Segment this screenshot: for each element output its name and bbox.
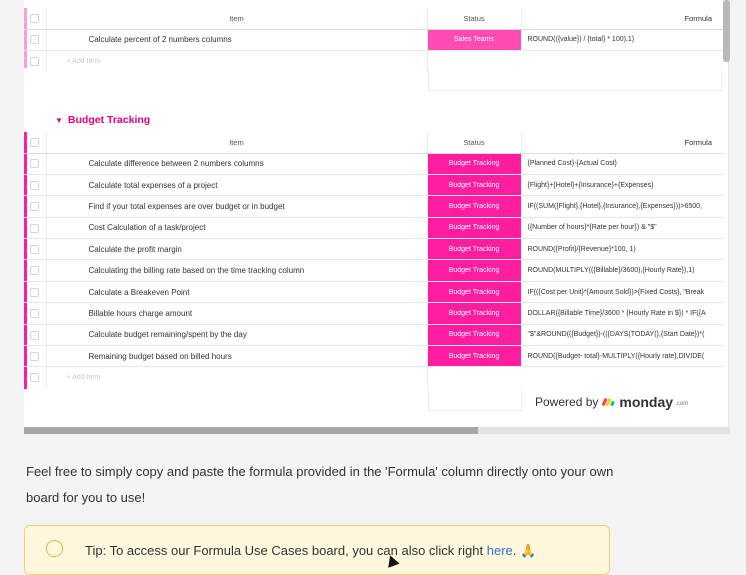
row-checkbox[interactable] xyxy=(24,302,47,325)
formula-cell[interactable]: ROUND({Budget- total}-MULTIPLY({Hourly r… xyxy=(521,345,724,368)
monday-brand-suffix: .com xyxy=(675,401,689,407)
item-name[interactable]: Calculating the billing rate based on th… xyxy=(46,259,428,282)
powered-by-label: Powered by xyxy=(535,395,599,409)
status-label[interactable]: Budget Tracking xyxy=(427,345,522,368)
status-label[interactable]: Budget Tracking xyxy=(427,238,522,261)
add-item-input[interactable]: + Add Item xyxy=(46,366,428,389)
tip-text: Tip: To access our Formula Use Cases boa… xyxy=(85,543,536,559)
row-checkbox[interactable] xyxy=(24,195,47,218)
status-label[interactable]: Budget Tracking xyxy=(427,153,522,175)
status-label[interactable]: Budget Tracking xyxy=(427,302,522,325)
formula-cell[interactable]: ({Number of hours}*{Rate per hour}) & "$… xyxy=(521,217,724,240)
group-title-text[interactable]: Budget Tracking xyxy=(68,114,150,126)
page: Item Status Formula Calculate percent of… xyxy=(0,0,746,575)
item-name[interactable]: Calculate a Breakeven Point xyxy=(46,281,428,304)
row-checkbox[interactable] xyxy=(24,29,47,51)
formula-cell[interactable]: ROUND({Profit}/{Revenue}*100, 1) xyxy=(521,238,724,261)
status-label[interactable]: Budget Tracking xyxy=(427,217,522,240)
row-checkbox[interactable] xyxy=(24,281,47,304)
table-row[interactable]: Calculate percent of 2 numbers columns S… xyxy=(24,29,724,51)
item-name[interactable]: Calculate difference between 2 numbers c… xyxy=(46,153,428,175)
item-name[interactable]: Find if your total expenses are over bud… xyxy=(46,195,428,218)
row-checkbox[interactable] xyxy=(24,324,47,347)
select-all-checkbox[interactable] xyxy=(24,132,47,154)
column-header-item[interactable]: Item xyxy=(46,132,428,154)
column-header-item[interactable]: Item xyxy=(46,8,428,30)
table-row[interactable]: Calculate budget remaining/spent by the … xyxy=(24,324,724,347)
group-title[interactable]: ▼ Budget Tracking xyxy=(55,114,150,126)
table-header: Item Status Formula xyxy=(24,8,724,30)
table-row[interactable]: Calculate total expenses of a project Bud… xyxy=(24,174,724,197)
status-label[interactable]: Budget Tracking xyxy=(427,259,522,282)
vertical-scrollbar-thumb[interactable] xyxy=(723,0,730,62)
add-item-input[interactable]: + Add Item xyxy=(46,50,428,72)
select-all-checkbox[interactable] xyxy=(24,8,47,30)
monday-brand: monday xyxy=(619,394,674,410)
table-row[interactable]: Calculate difference between 2 numbers c… xyxy=(24,153,724,175)
column-header-status[interactable]: Status xyxy=(427,132,522,154)
checkbox-placeholder xyxy=(30,56,40,66)
formula-cell[interactable]: ROUND(MULTIPLY(({Billable}/3600),{Hourly… xyxy=(521,259,724,282)
column-header-formula[interactable]: Formula xyxy=(521,132,724,154)
table-header: Item Status Formula xyxy=(24,132,724,154)
item-name[interactable]: Calculate total expenses of a project xyxy=(46,174,428,197)
budget-group-table: Item Status Formula Calculate difference… xyxy=(24,132,724,389)
status-label[interactable]: Budget Tracking xyxy=(427,281,522,304)
item-name[interactable]: Calculate percent of 2 numbers columns xyxy=(46,29,428,51)
table-row[interactable]: Calculate a Breakeven Point Budget Tracki… xyxy=(24,281,724,304)
formula-cell[interactable]: IF(({Cost per Unit}*{Amount Sold})>{Fixe… xyxy=(521,281,724,304)
item-name[interactable]: Calculate budget remaining/spent by the … xyxy=(46,324,428,347)
status-label[interactable]: Budget Tracking xyxy=(427,174,522,197)
top-group-table: Item Status Formula Calculate percent of… xyxy=(24,8,724,72)
summary-row xyxy=(428,69,722,91)
status-label[interactable]: Budget Tracking xyxy=(427,324,522,347)
row-checkbox[interactable] xyxy=(24,217,47,240)
formula-cell[interactable]: {Planned Cost}-{Actual Cost} xyxy=(521,153,724,175)
status-label[interactable]: Budget Tracking xyxy=(427,195,522,218)
lightbulb-icon: ◯ xyxy=(45,538,65,557)
column-header-status[interactable]: Status xyxy=(427,8,522,30)
tip-box: ◯ Tip: To access our Formula Use Cases b… xyxy=(24,525,610,575)
item-name[interactable]: Billable hours charge amount xyxy=(46,302,428,325)
chevron-down-icon[interactable]: ▼ xyxy=(55,116,63,125)
status-summary xyxy=(428,389,522,411)
table-row[interactable]: Calculating the billing rate based on th… xyxy=(24,259,724,282)
tip-link[interactable]: here xyxy=(487,543,513,558)
formula-cell[interactable]: DOLLAR({Billable Time}/3600 * {Hourly Ra… xyxy=(521,302,724,325)
checkbox-placeholder xyxy=(30,373,40,383)
item-name[interactable]: Remaining budget based on billed hours xyxy=(46,345,428,368)
item-name[interactable]: Cost Calculation of a task/project xyxy=(46,217,428,240)
formula-cell[interactable]: {Flight}+{Hotel}+{Insurance}+{Expenses} xyxy=(521,174,724,197)
row-checkbox[interactable] xyxy=(24,345,47,368)
table-row[interactable]: Remaining budget based on billed hours Bu… xyxy=(24,345,724,368)
formula-cell[interactable]: ROUND(({value}) / {total} * 100),1) xyxy=(521,29,724,51)
add-item-row[interactable]: + Add Item xyxy=(24,366,724,389)
tip-text-main: Tip: To access our Formula Use Cases boa… xyxy=(85,543,487,558)
monday-logo-icon xyxy=(601,397,616,407)
horizontal-scrollbar-thumb[interactable] xyxy=(24,427,478,434)
table-row[interactable]: Cost Calculation of a task/project Budget… xyxy=(24,217,724,240)
row-checkbox[interactable] xyxy=(24,259,47,282)
formula-cell[interactable]: IF((SUM({Flight},{Hotel},{Insurance},{Ex… xyxy=(521,195,724,218)
table-row[interactable]: Calculate the profit margin Budget Tracki… xyxy=(24,238,724,261)
formula-cell[interactable]: "$"&ROUND(({Budget})-(({DAYS(TODAY(),{St… xyxy=(521,324,724,347)
tip-suffix: . 🙏 xyxy=(512,543,537,558)
row-checkbox[interactable] xyxy=(24,153,47,175)
table-row[interactable]: Billable hours charge amount Budget Track… xyxy=(24,302,724,325)
item-name[interactable]: Calculate the profit margin xyxy=(46,238,428,261)
row-checkbox[interactable] xyxy=(24,238,47,261)
powered-by[interactable]: Powered by monday .com xyxy=(535,394,688,410)
table-row[interactable]: Find if your total expenses are over bud… xyxy=(24,195,724,218)
status-label[interactable]: Sales Teams xyxy=(427,29,522,51)
description-text: Feel free to simply copy and paste the f… xyxy=(26,464,614,505)
column-header-formula[interactable]: Formula xyxy=(521,8,724,30)
row-checkbox[interactable] xyxy=(24,174,47,197)
